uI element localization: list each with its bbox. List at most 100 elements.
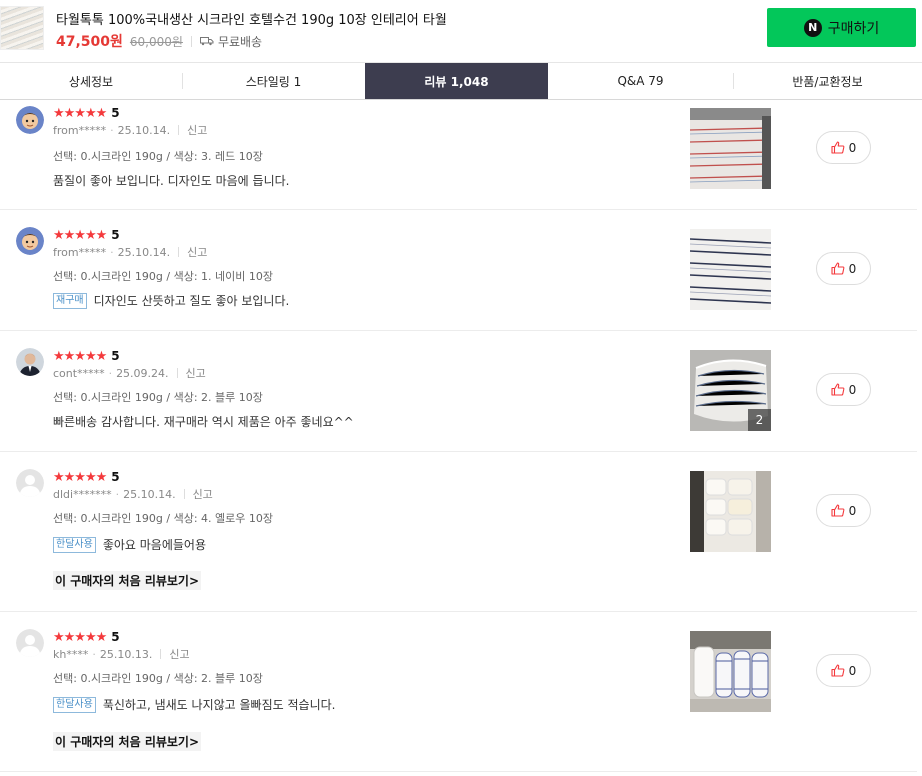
stars: ★★★★★ — [53, 629, 107, 645]
rating-score: 5 — [111, 106, 120, 120]
like-button[interactable]: 0 — [816, 252, 871, 285]
review-meta: from***** · 25.10.14. 신고 — [53, 122, 207, 138]
review-date: 25.10.13. — [99, 647, 153, 661]
review-text: 디자인도 산뜻하고 질도 좋아 보입니다. — [93, 294, 290, 308]
avatar — [16, 348, 44, 376]
like-count: 0 — [848, 382, 857, 397]
tab-qna[interactable]: Q&A 79 — [548, 63, 733, 99]
product-thumbnail[interactable] — [0, 6, 44, 50]
tab-label: 스타일링 1 — [245, 74, 302, 89]
divider — [190, 35, 192, 47]
author-id: kh**** — [53, 647, 89, 661]
rating-score: 5 — [111, 228, 120, 242]
review-meta: dldi******* · 25.10.14. 신고 — [53, 486, 213, 502]
review-photo[interactable] — [690, 631, 771, 712]
like-button[interactable]: 0 — [816, 654, 871, 687]
product-title: 타월톡톡 100%국내생산 시크라인 호텔수건 190g 10장 인테리어 타월 — [56, 13, 447, 28]
review-text: 빠른배송 감사합니다. 재구매라 역시 제품은 아주 좋네요^^ — [53, 415, 354, 429]
review-text-row: 빠른배송 감사합니다. 재구매라 역시 제품은 아주 좋네요^^ — [53, 413, 354, 430]
product-header: 타월톡톡 100%국내생산 시크라인 호텔수건 190g 10장 인테리어 타월… — [0, 0, 922, 62]
avatar — [16, 629, 44, 657]
report-link[interactable]: 신고 — [187, 122, 207, 138]
report-link[interactable]: 신고 — [169, 646, 189, 662]
divider — [183, 489, 185, 499]
like-button[interactable]: 0 — [816, 131, 871, 164]
original-price: 60,000원 — [129, 34, 183, 49]
tab-label: 상세정보 — [68, 74, 114, 89]
star-rating: ★★★★★ 5 — [53, 470, 120, 484]
purchase-option: 선택: 0.시크라인 190g / 색상: 4. 옐로우 10장 — [53, 512, 273, 525]
review-item: ★★★★★ 5 dldi******* · 25.10.14. 신고 선택: 0… — [0, 452, 917, 612]
tab-return-exchange[interactable]: 반품/교환정보 — [733, 63, 922, 99]
buy-button[interactable]: N 구매하기 — [767, 8, 916, 47]
one-month-use-tag: 한달사용 — [53, 696, 96, 713]
like-button[interactable]: 0 — [816, 373, 871, 406]
product-tabs: 상세정보 스타일링 1 리뷰 1,048 Q&A 79 반품/교환정보 — [0, 62, 922, 100]
author-id: cont***** — [53, 366, 105, 380]
tab-label: 반품/교환정보 — [792, 74, 863, 89]
review-text-row: 품질이 좋아 보입니다. 디자인도 마음에 듭니다. — [53, 172, 289, 189]
buy-button-label: 구매하기 — [827, 20, 880, 37]
report-link[interactable]: 신고 — [186, 365, 206, 381]
review-meta: kh**** · 25.10.13. 신고 — [53, 646, 190, 662]
author-id: dldi******* — [53, 487, 112, 501]
review-meta: cont***** · 25.09.24. 신고 — [53, 365, 206, 381]
tab-label: Q&A 79 — [617, 74, 664, 88]
tab-details[interactable]: 상세정보 — [0, 63, 182, 99]
like-count: 0 — [848, 261, 857, 276]
star-rating: ★★★★★ 5 — [53, 106, 120, 120]
sale-price: 47,500원 — [56, 34, 123, 50]
review-date: 25.10.14. — [117, 245, 171, 259]
stars: ★★★★★ — [53, 348, 107, 364]
star-rating: ★★★★★ 5 — [53, 228, 120, 242]
divider: · — [110, 245, 114, 259]
rating-score: 5 — [111, 630, 120, 644]
review-photo[interactable] — [690, 471, 771, 552]
photo-count-badge: 2 — [748, 409, 771, 431]
review-text: 품질이 좋아 보입니다. 디자인도 마음에 듭니다. — [53, 174, 290, 188]
review-photo[interactable] — [690, 108, 771, 189]
first-review-link[interactable]: 이 구매자의 처음 리뷰보기> — [53, 571, 202, 590]
thumbs-up-icon — [831, 383, 845, 396]
review-photo[interactable]: 2 — [690, 350, 771, 431]
divider — [178, 125, 180, 135]
like-button[interactable]: 0 — [816, 494, 871, 527]
review-item: ★★★★★ 5 from***** · 25.10.14. 신고 선택: 0.시… — [0, 100, 917, 210]
review-item: ★★★★★ 5 kh**** · 25.10.13. 신고 선택: 0.시크라인… — [0, 612, 917, 772]
thumbs-up-icon — [831, 664, 845, 677]
avatar — [16, 227, 44, 255]
thumbs-up-icon — [831, 262, 845, 275]
naver-n-icon: N — [803, 18, 822, 37]
review-date: 25.10.14. — [117, 123, 171, 137]
one-month-use-tag: 한달사용 — [53, 536, 96, 553]
purchase-option: 선택: 0.시크라인 190g / 색상: 2. 블루 10장 — [53, 391, 263, 404]
divider: · — [110, 123, 114, 137]
review-text: 좋아요 마음에들어용 — [102, 538, 206, 552]
first-review-link[interactable]: 이 구매자의 처음 리뷰보기> — [53, 732, 202, 751]
star-rating: ★★★★★ 5 — [53, 349, 120, 363]
report-link[interactable]: 신고 — [193, 486, 213, 502]
shipping-info: 무료배송 — [217, 34, 263, 49]
purchase-option: 선택: 0.시크라인 190g / 색상: 1. 네이비 10장 — [53, 270, 273, 283]
repurchase-tag: 재구매 — [53, 292, 87, 309]
tab-styling[interactable]: 스타일링 1 — [182, 63, 365, 99]
truck-icon — [199, 36, 214, 46]
stars: ★★★★★ — [53, 227, 107, 243]
review-item: ★★★★★ 5 cont***** · 25.09.24. 신고 선택: 0.시… — [0, 331, 917, 452]
purchase-option: 선택: 0.시크라인 190g / 색상: 3. 레드 10장 — [53, 150, 263, 163]
review-photo[interactable] — [690, 229, 771, 310]
review-meta: from***** · 25.10.14. 신고 — [53, 244, 207, 260]
divider — [178, 247, 180, 257]
like-count: 0 — [848, 140, 857, 155]
review-text: 푹신하고, 냄새도 나지않고 올빠짐도 적습니다. — [102, 698, 336, 712]
tab-reviews[interactable]: 리뷰 1,048 — [365, 63, 548, 99]
rating-score: 5 — [111, 349, 120, 363]
avatar — [16, 469, 44, 497]
tab-label: 리뷰 1,048 — [424, 74, 489, 89]
report-link[interactable]: 신고 — [187, 244, 207, 260]
review-date: 25.09.24. — [116, 366, 169, 380]
divider: · — [115, 487, 120, 501]
stars: ★★★★★ — [53, 469, 107, 485]
author-id: from***** — [53, 123, 107, 137]
review-text-row: 한달사용 좋아요 마음에들어용 — [53, 536, 206, 553]
